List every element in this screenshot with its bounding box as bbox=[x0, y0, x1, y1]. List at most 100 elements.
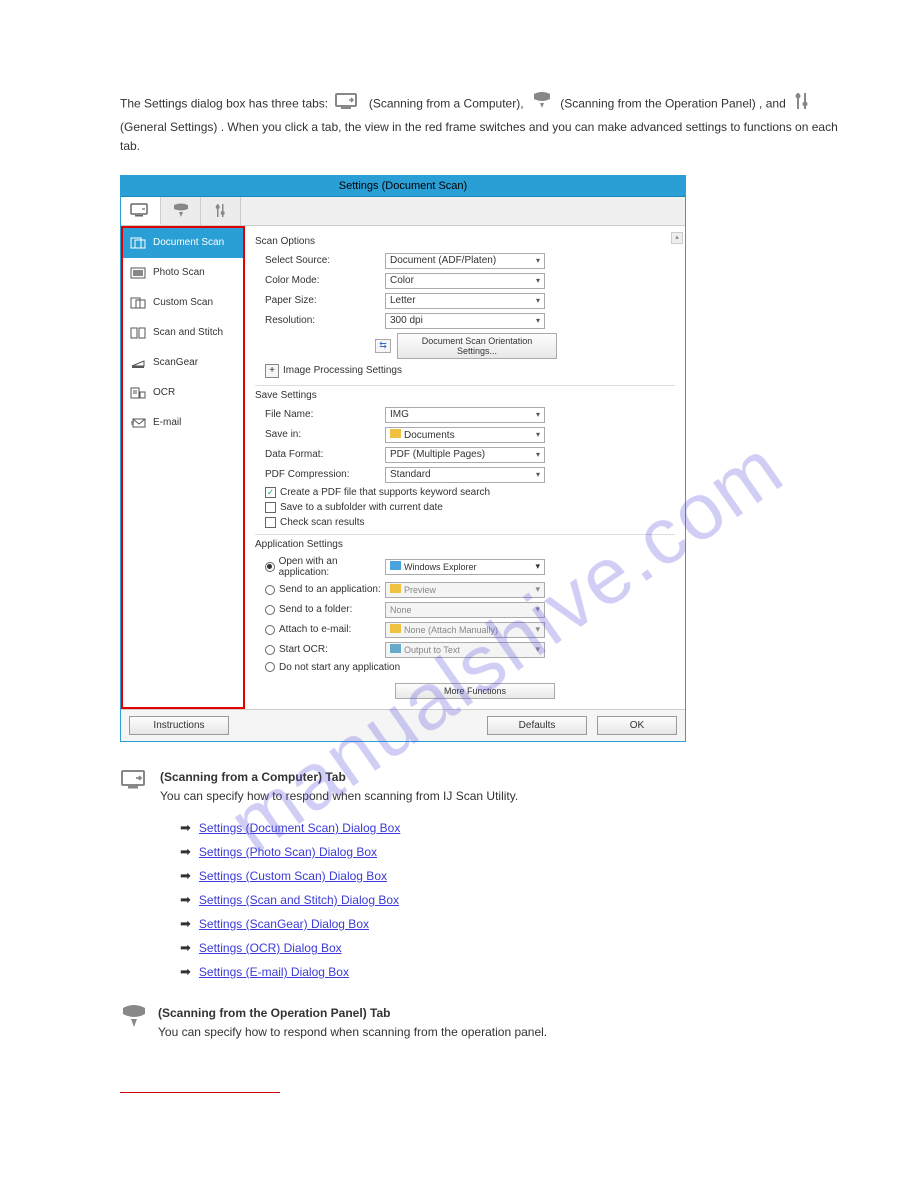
footer-rule bbox=[120, 1092, 280, 1093]
intro-and: , and bbox=[759, 96, 786, 110]
link-settings-ocr[interactable]: Settings (OCR) Dialog Box bbox=[199, 941, 342, 955]
tab-scan-from-panel[interactable] bbox=[161, 197, 201, 225]
open-with-dropdown[interactable]: Windows Explorer▾ bbox=[385, 559, 545, 575]
scan-from-computer-icon bbox=[335, 92, 361, 116]
pdf-compression-dropdown[interactable]: Standard▾ bbox=[385, 467, 545, 483]
label-file-name: File Name: bbox=[255, 409, 385, 420]
dialog-footer: Instructions Defaults OK bbox=[121, 709, 685, 741]
radio-start-ocr[interactable] bbox=[265, 645, 275, 655]
more-functions-button[interactable]: More Functions bbox=[395, 683, 555, 699]
photo-scan-icon bbox=[129, 266, 147, 280]
color-mode-dropdown[interactable]: Color▾ bbox=[385, 273, 545, 289]
intro-tab1-label: (Scanning from a Computer) bbox=[369, 96, 520, 110]
tab-scan-from-computer[interactable] bbox=[121, 197, 161, 225]
link-settings-scangear[interactable]: Settings (ScanGear) Dialog Box bbox=[199, 917, 369, 931]
ok-button[interactable]: OK bbox=[597, 716, 677, 735]
file-name-combobox[interactable]: IMG▾ bbox=[385, 407, 545, 423]
label-resolution: Resolution: bbox=[255, 315, 385, 326]
tab-general-settings[interactable] bbox=[201, 197, 241, 225]
label-attach-email: Attach to e-mail: bbox=[279, 624, 351, 635]
radio-send-to-app[interactable] bbox=[265, 585, 275, 595]
intro-paragraph: The Settings dialog box has three tabs: … bbox=[120, 90, 858, 157]
label-send-to-app: Send to an application: bbox=[279, 584, 381, 595]
expand-image-processing[interactable]: + bbox=[265, 364, 279, 378]
sidebar-item-scan-and-stitch[interactable]: Scan and Stitch bbox=[123, 318, 243, 348]
link-settings-document-scan[interactable]: Settings (Document Scan) Dialog Box bbox=[199, 821, 400, 835]
label-subfolder: Save to a subfolder with current date bbox=[280, 502, 443, 513]
sidebar-item-photo-scan[interactable]: Photo Scan bbox=[123, 258, 243, 288]
arrow-icon: ➡ bbox=[180, 916, 191, 932]
checkbox-keyword-pdf[interactable]: ✓ bbox=[265, 487, 276, 498]
scan-from-panel-icon bbox=[531, 91, 553, 117]
arrow-icon: ➡ bbox=[180, 892, 191, 908]
scangear-icon bbox=[129, 356, 147, 370]
dialog-sidebar: Document Scan Photo Scan Custom Scan Sca… bbox=[121, 226, 245, 709]
attach-email-dropdown[interactable]: None (Attach Manually)▾ bbox=[385, 622, 545, 638]
custom-scan-icon bbox=[129, 296, 147, 310]
checkbox-subfolder[interactable] bbox=[265, 502, 276, 513]
heading-scan-from-panel-tab: (Scanning from the Operation Panel) Tab bbox=[158, 1006, 390, 1020]
sidebar-item-ocr[interactable]: OCR bbox=[123, 378, 243, 408]
email-icon bbox=[129, 416, 147, 430]
instructions-button[interactable]: Instructions bbox=[129, 716, 229, 735]
link-list: ➡ Settings (Document Scan) Dialog Box ➡ Se… bbox=[180, 816, 858, 984]
arrow-icon: ➡ bbox=[180, 844, 191, 860]
scan-stitch-icon bbox=[129, 326, 147, 340]
sidebar-item-label: ScanGear bbox=[153, 357, 198, 368]
orientation-quick-icon[interactable]: ⇆ bbox=[375, 339, 391, 353]
document-scan-icon bbox=[129, 236, 147, 250]
link-settings-scan-and-stitch[interactable]: Settings (Scan and Stitch) Dialog Box bbox=[199, 893, 399, 907]
sidebar-item-label: Photo Scan bbox=[153, 267, 205, 278]
label-send-to-folder: Send to a folder: bbox=[279, 604, 352, 615]
label-select-source: Select Source: bbox=[255, 255, 385, 266]
label-pdf-compression: PDF Compression: bbox=[255, 469, 385, 480]
orientation-settings-button[interactable]: Document Scan Orientation Settings... bbox=[397, 333, 557, 359]
intro-tab2-label: (Scanning from the Operation Panel) bbox=[560, 96, 755, 110]
sidebar-item-label: Document Scan bbox=[153, 237, 224, 248]
save-in-dropdown[interactable]: Documents▾ bbox=[385, 427, 545, 443]
data-format-dropdown[interactable]: PDF (Multiple Pages)▾ bbox=[385, 447, 545, 463]
chevron-down-icon: ▾ bbox=[536, 256, 540, 265]
body-scan-from-computer-tab: You can specify how to respond when scan… bbox=[160, 789, 518, 803]
checkbox-check-results[interactable] bbox=[265, 517, 276, 528]
sidebar-item-label: Custom Scan bbox=[153, 297, 213, 308]
scrollbar[interactable]: ▴ bbox=[671, 232, 683, 703]
send-to-app-dropdown[interactable]: Preview▾ bbox=[385, 582, 545, 598]
radio-open-with[interactable] bbox=[265, 562, 275, 572]
sidebar-item-custom-scan[interactable]: Custom Scan bbox=[123, 288, 243, 318]
label-do-not-start: Do not start any application bbox=[279, 662, 400, 673]
radio-do-not-start[interactable] bbox=[265, 662, 275, 672]
link-settings-email[interactable]: Settings (E-mail) Dialog Box bbox=[199, 965, 349, 979]
sidebar-item-document-scan[interactable]: Document Scan bbox=[123, 228, 243, 258]
label-color-mode: Color Mode: bbox=[255, 275, 385, 286]
section-scan-options: Scan Options bbox=[255, 232, 675, 251]
arrow-icon: ➡ bbox=[180, 964, 191, 980]
start-ocr-dropdown[interactable]: Output to Text▾ bbox=[385, 642, 545, 658]
label-save-in: Save in: bbox=[255, 429, 385, 440]
heading-scan-from-computer-tab: (Scanning from a Computer) Tab bbox=[160, 770, 346, 784]
arrow-icon: ➡ bbox=[180, 868, 191, 884]
sidebar-item-scangear[interactable]: ScanGear bbox=[123, 348, 243, 378]
select-source-dropdown[interactable]: Document (ADF/Platen)▾ bbox=[385, 253, 545, 269]
label-keyword-pdf: Create a PDF file that supports keyword … bbox=[280, 487, 490, 498]
sidebar-item-email[interactable]: E-mail bbox=[123, 408, 243, 438]
label-check-results: Check scan results bbox=[280, 517, 364, 528]
ocr-icon bbox=[129, 386, 147, 400]
dialog-titlebar: Settings (Document Scan) bbox=[121, 176, 685, 197]
scan-from-panel-icon bbox=[120, 1004, 148, 1036]
send-to-folder-dropdown[interactable]: None▾ bbox=[385, 602, 545, 618]
label-start-ocr: Start OCR: bbox=[279, 644, 328, 655]
label-open-with: Open with an application: bbox=[279, 556, 385, 578]
intro-tab3-label: (General Settings) bbox=[120, 120, 217, 134]
radio-send-to-folder[interactable] bbox=[265, 605, 275, 615]
resolution-dropdown[interactable]: 300 dpi▾ bbox=[385, 313, 545, 329]
defaults-button[interactable]: Defaults bbox=[487, 716, 587, 735]
sidebar-item-label: Scan and Stitch bbox=[153, 327, 223, 338]
paper-size-dropdown[interactable]: Letter▾ bbox=[385, 293, 545, 309]
radio-attach-email[interactable] bbox=[265, 625, 275, 635]
link-settings-custom-scan[interactable]: Settings (Custom Scan) Dialog Box bbox=[199, 869, 387, 883]
sidebar-item-label: OCR bbox=[153, 387, 175, 398]
dialog-tabbar bbox=[121, 197, 685, 226]
link-settings-photo-scan[interactable]: Settings (Photo Scan) Dialog Box bbox=[199, 845, 377, 859]
intro-text-after: . When you click a tab, the view in the … bbox=[120, 120, 838, 153]
